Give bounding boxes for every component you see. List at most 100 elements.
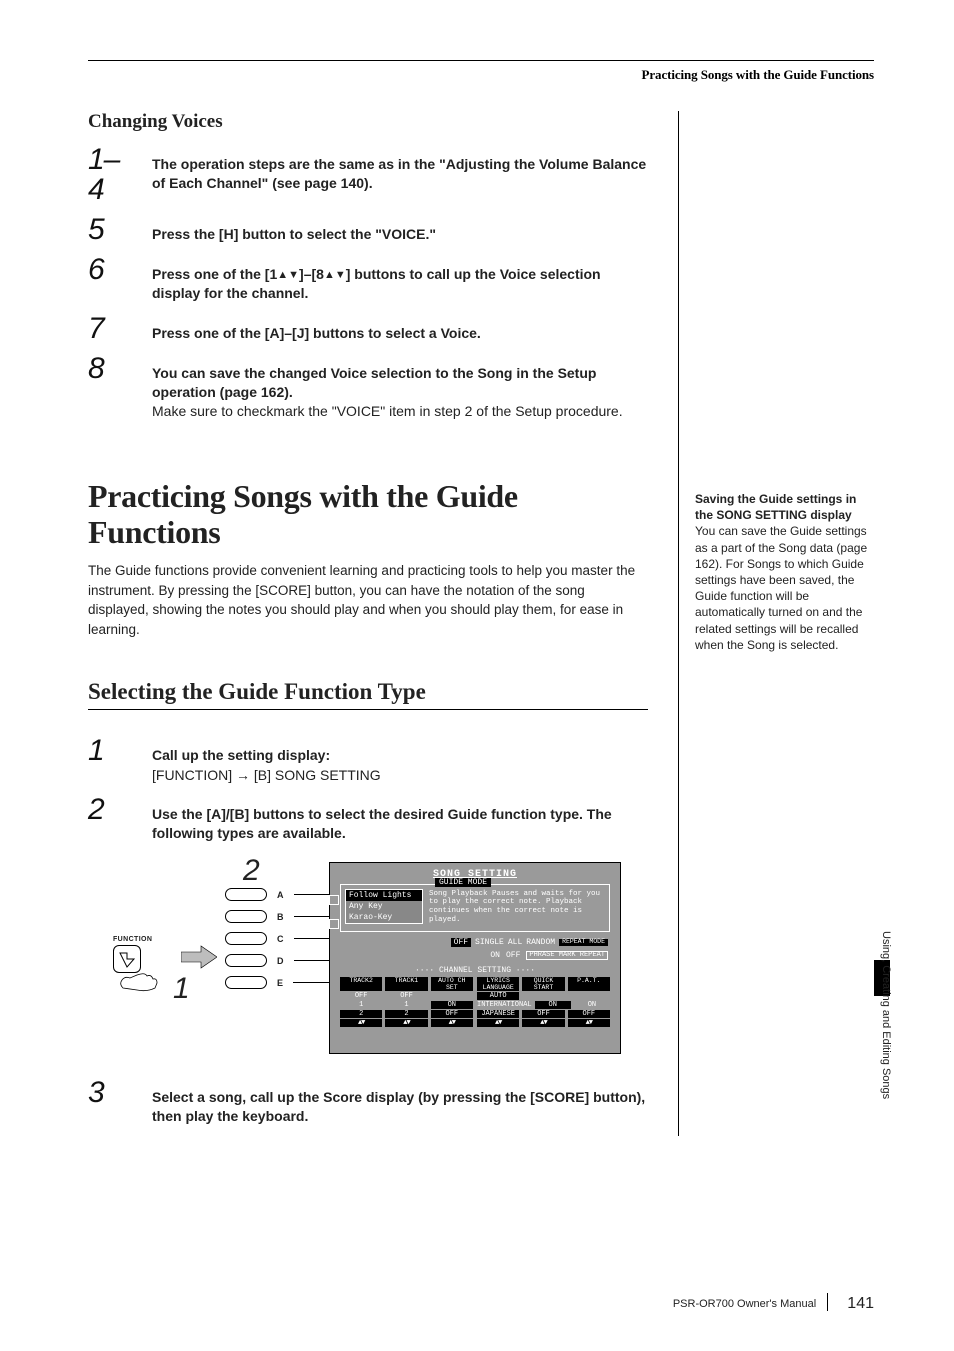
side-note: Saving the Guide settings in the SONG SE… <box>695 491 874 653</box>
updown-icon: ▲▼ <box>568 1019 610 1027</box>
guide-mode-box: GUIDE MODE Follow Lights Any Key Karao-K… <box>340 884 610 933</box>
panel-row: B <box>225 906 334 928</box>
h: TRACK1 <box>385 977 427 991</box>
step-text: Select a song, call up the Score display… <box>152 1088 648 1127</box>
panel-button-b <box>225 910 267 923</box>
step-number: 5 <box>88 215 130 245</box>
label: PHRASE MARK REPEAT <box>526 951 608 960</box>
panel-buttons: A B C D E <box>225 884 334 994</box>
hand-icon <box>117 970 167 992</box>
v <box>568 992 610 1000</box>
leader-line <box>293 982 333 983</box>
side-column: Saving the Guide settings in the SONG SE… <box>678 111 874 1136</box>
guide-mode-label: GUIDE MODE <box>435 878 491 887</box>
step-number: 7 <box>88 314 130 344</box>
phrase-mark-row: ON OFF PHRASE MARK REPEAT <box>342 951 608 960</box>
panel-row: C <box>225 928 334 950</box>
panel-button-e <box>225 976 267 989</box>
leader-line <box>294 938 334 939</box>
updown-icon: ▲▼ <box>522 1019 564 1027</box>
panel-row: D <box>225 950 334 972</box>
ab-select-icons <box>329 895 339 943</box>
section-thumb-tab: Using, Creating and Editing Songs <box>874 900 890 1130</box>
h: TRACK2 <box>340 977 382 991</box>
opt: OFF <box>506 951 520 960</box>
updown-icon: ▲▼ <box>431 1019 473 1027</box>
guide-steps-cont: 3 Select a song, call up the Score displ… <box>88 1078 648 1127</box>
select-up-icon <box>329 895 339 905</box>
v: OFF <box>340 992 382 1000</box>
panel-label: E <box>277 978 283 988</box>
guide-mode-list: Follow Lights Any Key Karao-Key <box>345 889 423 924</box>
side-note-body: You can save the Guide settings as a par… <box>695 524 867 651</box>
step-text-light: Make sure to checkmark the "VOICE" item … <box>152 403 623 419</box>
panel-button-c <box>225 932 267 945</box>
step-number: 3 <box>88 1078 130 1108</box>
channel-left-group: TRACK2 TRACK1 AUTO CH SET OFF OFF <box>340 977 473 1027</box>
panel-label: A <box>277 890 284 900</box>
panel-row: E <box>225 972 334 994</box>
h: QUICK START <box>522 977 564 991</box>
step-text-light: [FUNCTION] → [B] SONG SETTING <box>152 767 381 783</box>
v: ON <box>574 1001 610 1009</box>
function-button-illustration: FUNCTION <box>113 936 173 973</box>
panel-row: A <box>225 884 334 906</box>
step-7: 7 Press one of the [A]–[J] buttons to se… <box>88 314 648 344</box>
figure: 2 1 FUNCTION <box>113 856 623 1056</box>
v: OFF <box>522 1010 564 1018</box>
step-text-bold: Call up the setting display: <box>152 747 330 763</box>
channel-row: TRACK2 TRACK1 AUTO CH SET OFF OFF <box>340 977 610 1027</box>
select-down-icon <box>329 919 339 929</box>
step-6: 6 Press one of the [1]–[8] buttons to ca… <box>88 255 648 304</box>
guide-steps: 1 Call up the setting display: [FUNCTION… <box>88 736 648 843</box>
h: LYRICS LANGUAGE <box>477 977 519 991</box>
leader-line <box>294 894 334 895</box>
panel-label: C <box>277 934 284 944</box>
opt: ON <box>490 951 500 960</box>
repeat-mode-row: OFF SINGLE ALL RANDOM REPEAT MODE <box>342 938 608 947</box>
ch-nums: INTERNATIONAL ON ON <box>477 1001 610 1009</box>
lcd-inner: SONG SETTING GUIDE MODE Follow Lights An… <box>334 867 616 1049</box>
figure-wrap: 2 1 FUNCTION <box>88 856 648 1056</box>
tri-row: ▲▼ ▲▼ ▲▼ <box>477 1019 610 1027</box>
list-item: Follow Lights <box>346 890 422 901</box>
panel-label: B <box>277 912 284 922</box>
tri-row: ▲▼ ▲▼ ▲▼ <box>340 1019 473 1027</box>
panel-button-d <box>225 954 267 967</box>
opt: SINGLE <box>475 938 504 947</box>
guide-step-1: 1 Call up the setting display: [FUNCTION… <box>88 736 648 785</box>
step-text: The operation steps are the same as in t… <box>152 155 648 194</box>
guide-mode-description: Song Playback Pauses and waits for you t… <box>427 889 603 926</box>
step-text: Press one of the [1]–[8] buttons to call… <box>152 265 648 304</box>
lcd-screen: SONG SETTING GUIDE MODE Follow Lights An… <box>329 862 621 1054</box>
v: ON <box>535 1001 571 1009</box>
updown-icon: ▲▼ <box>477 1019 519 1027</box>
v: OFF <box>431 1010 473 1018</box>
heading-changing-voices: Changing Voices <box>88 111 648 133</box>
heading-selecting-guide-type: Selecting the Guide Function Type <box>88 679 648 710</box>
v: 2 <box>340 1010 382 1018</box>
step-text: You can save the changed Voice selection… <box>152 364 648 422</box>
v: JAPANESE <box>477 1010 519 1018</box>
step-5: 5 Press the [H] button to select the "VO… <box>88 215 648 245</box>
channel-right-group: LYRICS LANGUAGE QUICK START P.A.T. AUTO <box>477 977 610 1027</box>
step-text-bold: Select a song, call up the Score display… <box>152 1089 645 1124</box>
step-number: 8 <box>88 354 130 384</box>
ch-vals: OFF OFF <box>340 992 473 1000</box>
ch-headers: LYRICS LANGUAGE QUICK START P.A.T. <box>477 977 610 991</box>
step-text: Press the [H] button to select the "VOIC… <box>152 225 436 244</box>
ch-headers: TRACK2 TRACK1 AUTO CH SET <box>340 977 473 991</box>
main-column: Changing Voices 1–4 The operation steps … <box>88 111 648 1136</box>
v: ON <box>431 1001 473 1009</box>
figure-callout-2: 2 <box>243 854 260 888</box>
list-item: Any Key <box>346 901 422 912</box>
leader-line <box>294 916 334 917</box>
t: Press one of the [1 <box>152 266 277 282</box>
heading-guide-functions: Practicing Songs with the Guide Function… <box>88 478 648 552</box>
arrow-right-icon <box>181 944 217 970</box>
running-head: Practicing Songs with the Guide Function… <box>88 67 874 83</box>
opt: RANDOM <box>526 938 555 947</box>
step-text: Call up the setting display: [FUNCTION] … <box>152 746 381 785</box>
updown-icon: ▲▼ <box>340 1019 382 1027</box>
step-text-bold: Press the [H] button to select the "VOIC… <box>152 226 436 242</box>
